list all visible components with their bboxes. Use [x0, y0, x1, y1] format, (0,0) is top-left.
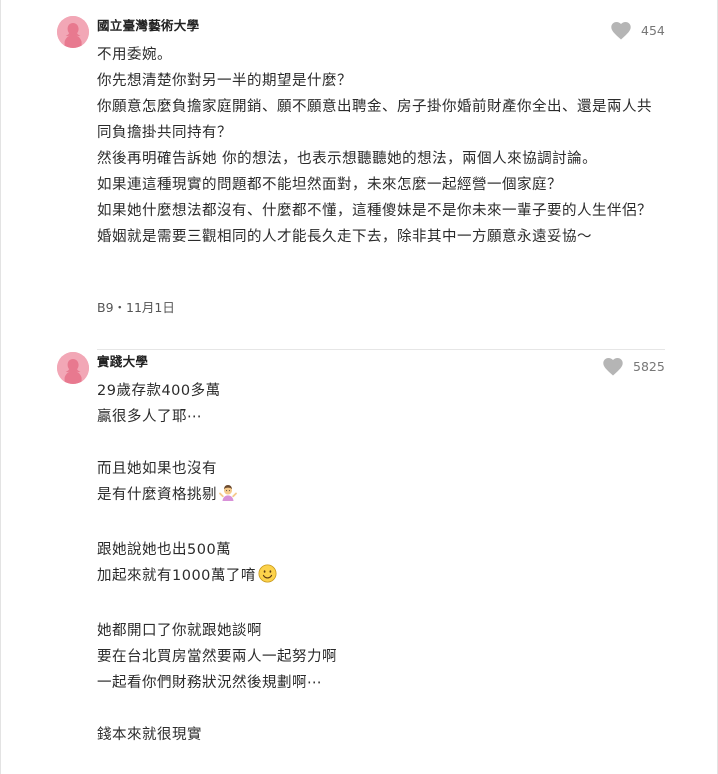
like-button[interactable]: 5825 — [603, 357, 665, 377]
comment-line: 如果連這種現實的問題都不能坦然面對，未來怎麼一起經營一個家庭？ — [97, 177, 562, 193]
comment-line: 不用委婉。 — [97, 47, 172, 63]
comment-line: 你先想清楚你對另一半的期望是什麼？ — [97, 73, 352, 89]
like-count: 5825 — [633, 359, 665, 374]
like-button[interactable]: 454 — [611, 21, 665, 41]
comment-line: 跟她說她也出500萬 — [97, 542, 232, 558]
slightly-smiling-face-emoji — [258, 564, 277, 592]
comment-line: 然後再明確告訴她 你的想法，也表示想聽聽她的想法，兩個人來協調討論。 — [97, 151, 598, 167]
heart-icon[interactable] — [611, 22, 631, 40]
comment-line — [97, 696, 657, 722]
comment-line: 29歲存款400多萬 — [97, 383, 221, 399]
comment-line: 你願意怎麼負擔家庭開銷、願不願意出聘金、房子掛你婚前財產你全出、還是兩人共同負擔… — [97, 99, 652, 141]
school-name[interactable]: 國立臺灣藝術大學 — [97, 18, 199, 34]
comment-line: 如果她什麼想法都沒有、什麼都不懂，這種傻妹是不是你未來一輩子要的人生伴侶？ — [97, 203, 652, 219]
school-name[interactable]: 實踐大學 — [97, 354, 148, 370]
comment-meta: B9・11月1日 — [97, 300, 175, 315]
comment-list: 國立臺灣藝術大學 454 不用委婉。 你先想清楚你對另一半的期望是什麼？ 你願意… — [0, 0, 718, 774]
comment-body: 29歲存款400多萬 贏很多人了耶⋯ 而且她如果也沒有 是有什麼資格挑剔 跟她說… — [97, 378, 657, 748]
comment-line: 是有什麼資格挑剔 — [97, 482, 657, 511]
comment-line — [97, 592, 657, 618]
comment-line: 贏很多人了耶⋯ — [97, 409, 202, 425]
divider — [97, 349, 665, 350]
person-shrugging-emoji — [219, 484, 237, 511]
comment-line-text: 加起來就有1000萬了唷 — [97, 568, 256, 584]
comment-line — [97, 511, 657, 537]
comment-line-text: 是有什麼資格挑剔 — [97, 487, 217, 503]
comment-line: 婚姻就是需要三觀相同的人才能長久走下去，除非其中一方願意永遠妥協～ — [97, 229, 592, 245]
comment-line: 一起看你們財務狀況然後規劃啊⋯ — [97, 675, 322, 691]
comment-line: 加起來就有1000萬了唷 — [97, 563, 657, 592]
female-avatar-icon[interactable] — [57, 16, 89, 48]
comment-line: 錢本來就很現實 — [97, 727, 202, 743]
comment-line: 她都開口了你就跟她談啊 — [97, 623, 262, 639]
comment-line: 而且她如果也沒有 — [97, 461, 217, 477]
like-count: 454 — [641, 23, 665, 38]
comment-body: 不用委婉。 你先想清楚你對另一半的期望是什麼？ 你願意怎麼負擔家庭開銷、願不願意… — [97, 42, 657, 250]
heart-icon[interactable] — [603, 358, 623, 376]
comment-line — [97, 430, 657, 456]
comment-line: 要在台北買房當然要兩人一起努力啊 — [97, 649, 337, 665]
female-avatar-icon[interactable] — [57, 352, 89, 384]
